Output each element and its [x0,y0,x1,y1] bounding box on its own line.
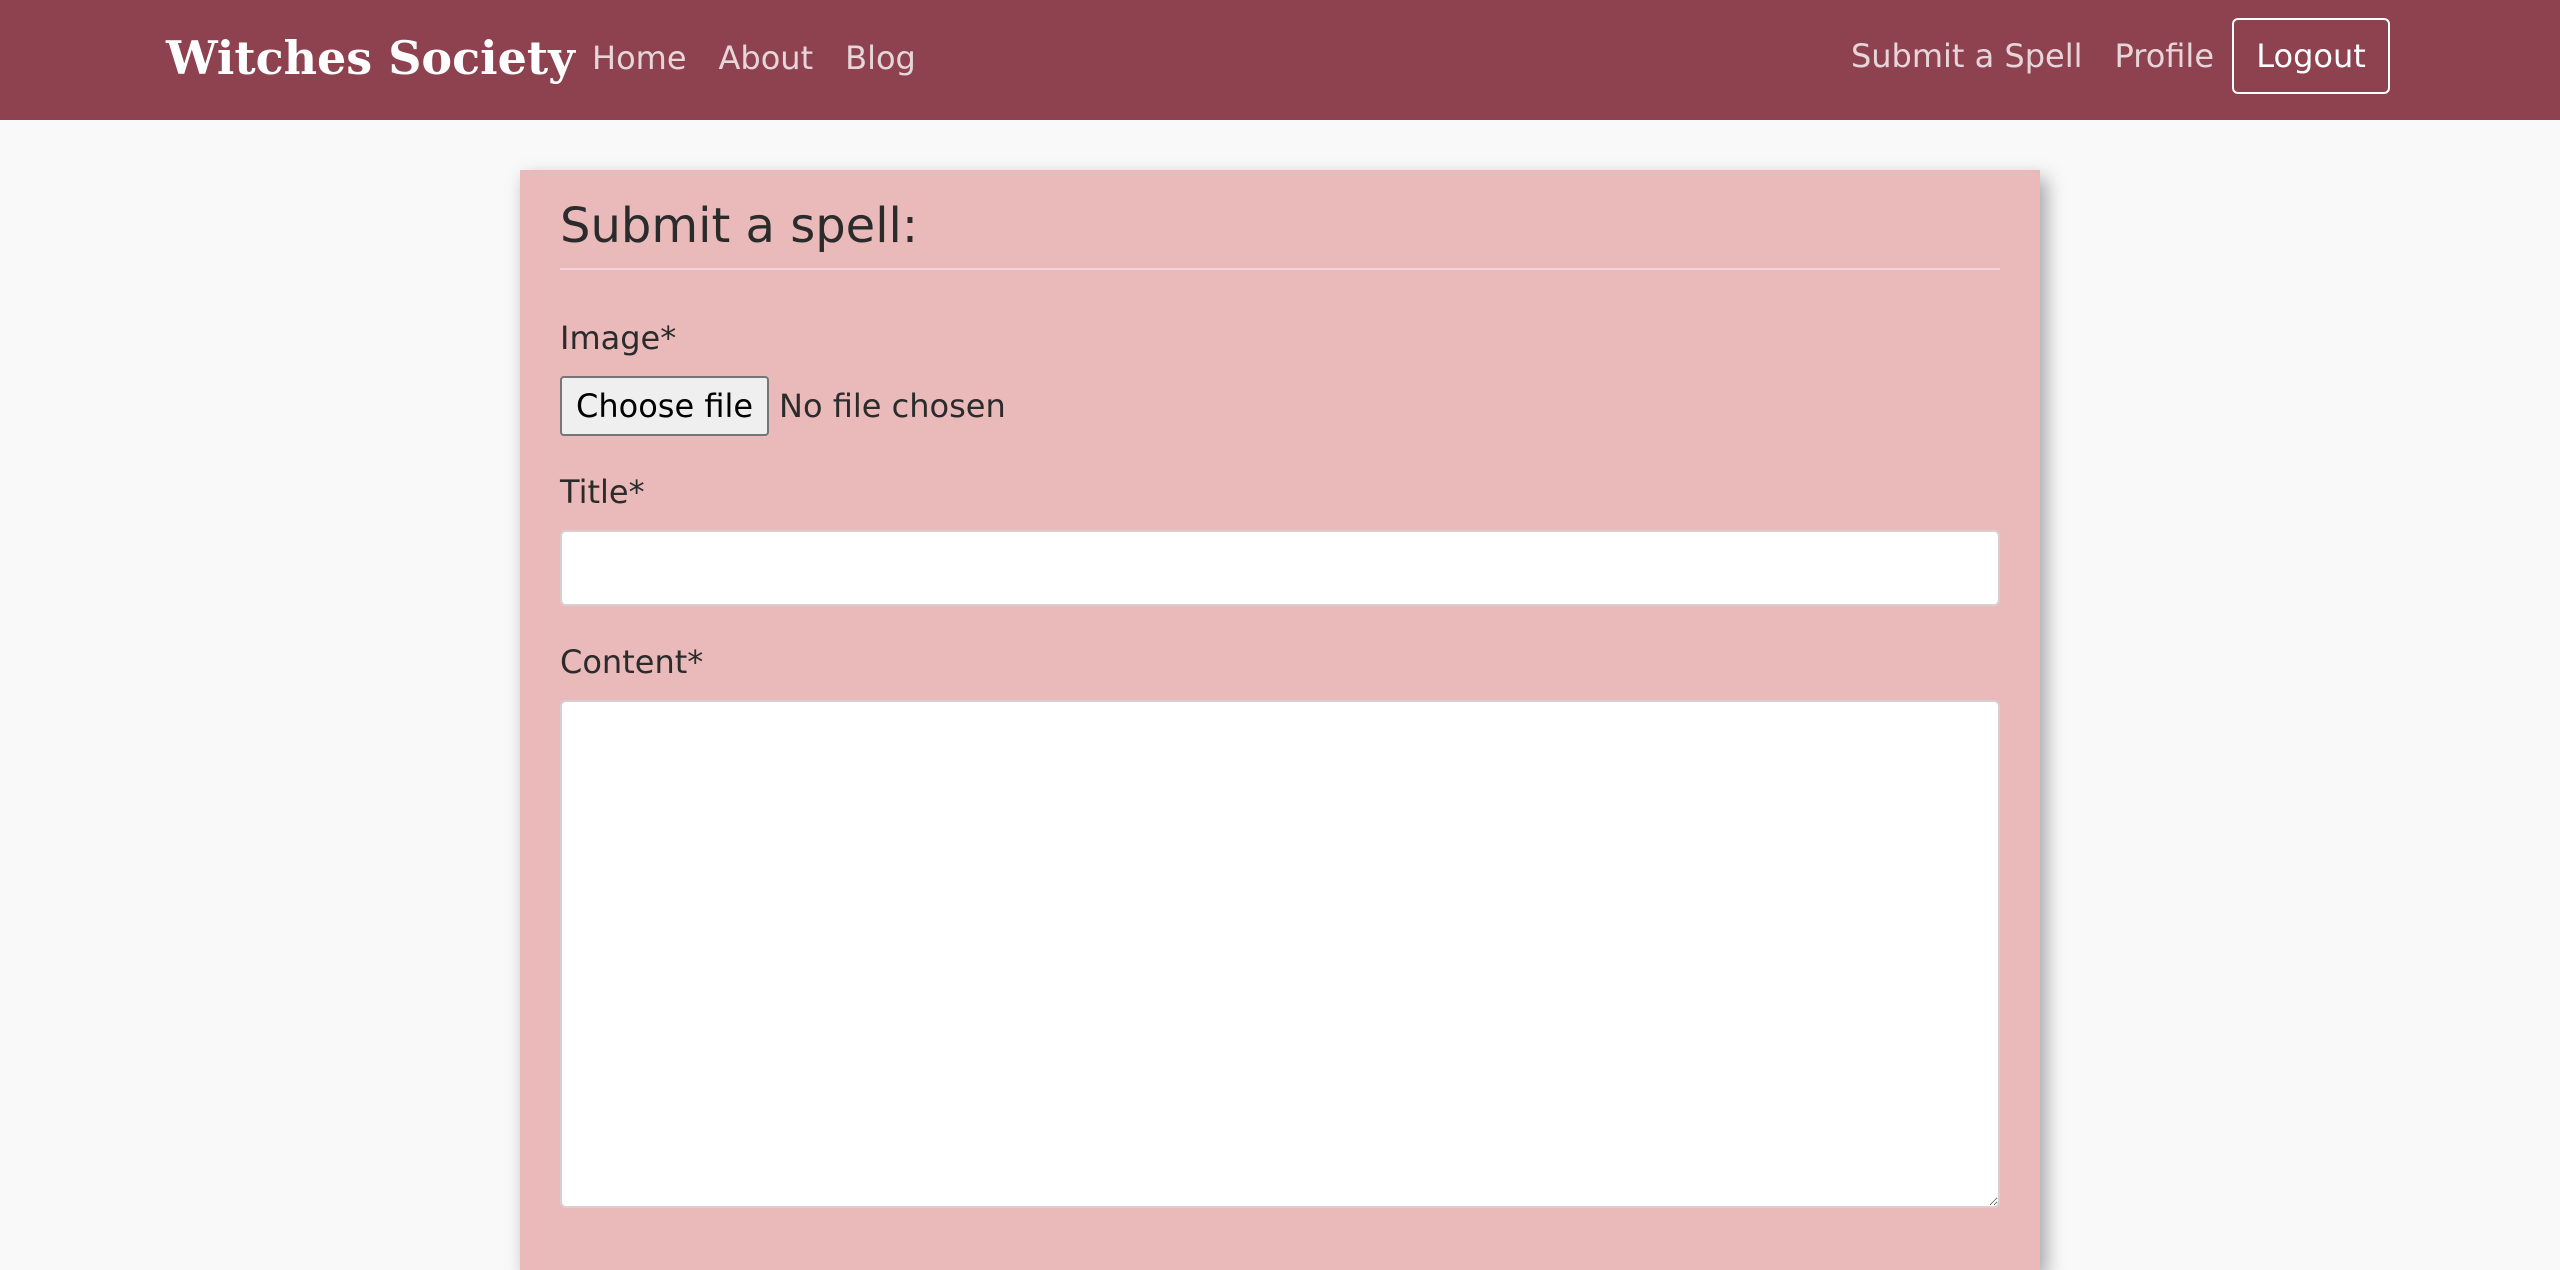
nav-link-about[interactable]: About [719,34,814,82]
file-status-text: No file chosen [779,387,1006,425]
form-heading: Submit a spell: [560,198,919,254]
image-label: Image* [560,319,677,357]
choose-file-button[interactable]: Choose file [560,376,770,436]
submit-spell-card: Submit a spell: Image* Choose file No fi… [520,170,2040,1270]
brand-logo[interactable]: Witches Society [166,28,575,88]
nav-link-home[interactable]: Home [592,34,687,82]
heading-divider [560,268,2000,270]
nav-link-profile[interactable]: Profile [2115,32,2215,80]
primary-nav: Home About Blog [592,34,948,82]
top-navbar: Witches Society Home About Blog Submit a… [0,0,2560,120]
title-label: Title* [560,473,645,511]
nav-link-blog[interactable]: Blog [845,34,916,82]
nav-link-submit-spell[interactable]: Submit a Spell [1851,32,2083,80]
image-file-input: Choose file No file chosen [560,376,2000,436]
content-textarea[interactable] [560,700,2000,1208]
title-input[interactable] [560,530,2000,606]
content-label: Content* [560,643,704,681]
logout-button[interactable]: Logout [2232,18,2390,94]
account-nav: Submit a Spell Profile Logout [1851,18,2390,94]
